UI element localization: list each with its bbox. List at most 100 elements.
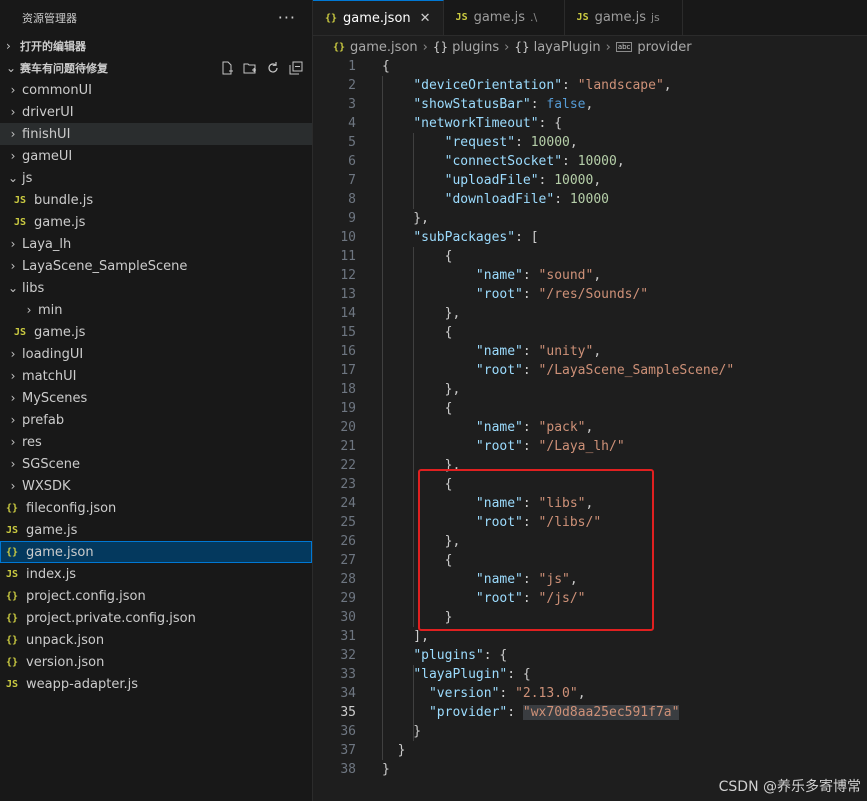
line-number: 1 bbox=[348, 59, 356, 74]
folder-item[interactable]: › prefab bbox=[0, 409, 312, 431]
folder-item[interactable]: › LayaScene_SampleScene bbox=[0, 255, 312, 277]
tree-item-label: js bbox=[22, 170, 33, 186]
code-token: , bbox=[593, 268, 602, 283]
code-line: 21 "root": "/Laya_lh/" bbox=[313, 437, 867, 456]
tree-item-label: gameUI bbox=[22, 148, 73, 164]
code-token: }, bbox=[382, 211, 429, 226]
code-text: "root": "/LayaScene_SampleScene/" bbox=[356, 361, 734, 380]
file-item[interactable]: JS weapp-adapter.js bbox=[0, 673, 312, 695]
file-item[interactable]: {} project.config.json bbox=[0, 585, 312, 607]
file-item[interactable]: JS index.js bbox=[0, 563, 312, 585]
tab-description: js bbox=[651, 11, 660, 24]
editor-tab[interactable]: JS game.js .\ bbox=[443, 0, 565, 35]
folder-item[interactable]: › commonUI bbox=[0, 79, 312, 101]
code-token: "connectSocket" bbox=[444, 154, 563, 169]
chevron-right-icon: › bbox=[10, 149, 16, 163]
line-number: 8 bbox=[348, 192, 356, 207]
code-token: "subPackages" bbox=[413, 230, 516, 245]
folder-item[interactable]: › min bbox=[0, 299, 312, 321]
code-text: { bbox=[356, 323, 453, 342]
code-token: : { bbox=[507, 667, 531, 682]
file-item[interactable]: JS game.js bbox=[0, 321, 312, 343]
folder-item[interactable]: › res bbox=[0, 431, 312, 453]
close-icon[interactable]: ✕ bbox=[420, 11, 431, 26]
code-text: "provider": "wx70d8aa25ec591f7a" bbox=[356, 703, 680, 722]
refresh-icon[interactable] bbox=[265, 60, 281, 76]
breadcrumb-item[interactable]: provider bbox=[637, 40, 691, 55]
tree-item-label: project.private.config.json bbox=[26, 610, 196, 626]
folder-item[interactable]: ⌄ libs bbox=[0, 277, 312, 299]
line-number: 5 bbox=[348, 135, 356, 150]
more-actions-icon[interactable]: ··· bbox=[278, 8, 296, 27]
code-token: : bbox=[522, 439, 539, 454]
code-token: "networkTimeout" bbox=[413, 116, 539, 131]
javascript-file-icon: JS bbox=[6, 568, 19, 580]
file-item[interactable]: JS game.js bbox=[0, 211, 312, 233]
code-token: 10000 bbox=[577, 154, 617, 169]
tree-item-label: WXSDK bbox=[22, 478, 71, 494]
file-item[interactable]: {} project.private.config.json bbox=[0, 607, 312, 629]
code-token: "name" bbox=[475, 344, 523, 359]
file-item[interactable]: {} version.json bbox=[0, 651, 312, 673]
code-token: : bbox=[522, 420, 539, 435]
line-number: 2 bbox=[348, 78, 356, 93]
folder-item[interactable]: › finishUI bbox=[0, 123, 312, 145]
breadcrumb-separator-icon: › bbox=[422, 39, 428, 55]
line-number: 15 bbox=[340, 325, 356, 340]
open-editors-section[interactable]: › 打开的编辑器 bbox=[0, 35, 312, 57]
new-folder-icon[interactable] bbox=[242, 60, 258, 76]
folder-item[interactable]: › gameUI bbox=[0, 145, 312, 167]
file-item[interactable]: JS bundle.js bbox=[0, 189, 312, 211]
chevron-right-icon: › bbox=[10, 83, 16, 97]
new-file-icon[interactable] bbox=[219, 60, 235, 76]
editor-tab[interactable]: {} game.json ✕ bbox=[313, 0, 444, 35]
folder-item[interactable]: › driverUI bbox=[0, 101, 312, 123]
code-editor[interactable]: 1{2 "deviceOrientation": "landscape", 3 "… bbox=[313, 57, 867, 779]
project-section[interactable]: ⌄ 赛车有问题待修复 bbox=[0, 57, 312, 79]
code-line: 1{ bbox=[313, 57, 867, 76]
file-item[interactable]: JS game.js bbox=[0, 519, 312, 541]
editor-tab[interactable]: JS game.js js bbox=[564, 0, 683, 35]
code-token: : bbox=[522, 344, 539, 359]
folder-item[interactable]: › loadingUI bbox=[0, 343, 312, 365]
javascript-file-icon: JS bbox=[576, 12, 589, 23]
object-icon: {} bbox=[432, 40, 449, 54]
code-text: }, bbox=[356, 380, 461, 399]
tree-item-label: Laya_lh bbox=[22, 236, 72, 252]
chevron-down-icon: ⌄ bbox=[7, 171, 19, 185]
tree-item-label: game.js bbox=[26, 522, 78, 538]
folder-item[interactable]: › matchUI bbox=[0, 365, 312, 387]
tree-item-label: commonUI bbox=[22, 82, 92, 98]
line-number: 26 bbox=[340, 534, 356, 549]
code-token: "root" bbox=[475, 287, 523, 302]
line-number: 30 bbox=[340, 610, 356, 625]
file-item[interactable]: {} fileconfig.json bbox=[0, 497, 312, 519]
file-item[interactable]: {} unpack.json bbox=[0, 629, 312, 651]
javascript-file-icon: JS bbox=[14, 194, 27, 206]
tree-item-label: game.json bbox=[26, 544, 94, 560]
tree-item-label: SGScene bbox=[22, 456, 80, 472]
file-tree: › commonUI › driverUI › finishUI › gameUI ⌄ js JS b… bbox=[0, 79, 312, 695]
file-item[interactable]: {} game.json bbox=[0, 541, 312, 563]
breadcrumb-item[interactable]: plugins bbox=[452, 40, 499, 55]
folder-item[interactable]: › WXSDK bbox=[0, 475, 312, 497]
folder-item[interactable]: › Laya_lh bbox=[0, 233, 312, 255]
chevron-right-icon: › bbox=[10, 391, 16, 405]
folder-item[interactable]: › SGScene bbox=[0, 453, 312, 475]
code-token: : bbox=[530, 97, 547, 112]
code-token: : { bbox=[538, 116, 563, 131]
code-token: "/LayaScene_SampleScene/" bbox=[538, 363, 735, 378]
breadcrumb-item[interactable]: game.json bbox=[350, 40, 418, 55]
code-line: 3 "showStatusBar": false, bbox=[313, 95, 867, 114]
code-token: "version" bbox=[428, 686, 500, 701]
folder-item[interactable]: ⌄ js bbox=[0, 167, 312, 189]
folder-item[interactable]: › MyScenes bbox=[0, 387, 312, 409]
code-token: , bbox=[616, 154, 625, 169]
collapse-all-icon[interactable] bbox=[288, 60, 304, 76]
breadcrumb-item[interactable]: layaPlugin bbox=[534, 40, 601, 55]
line-number: 17 bbox=[340, 363, 356, 378]
line-number: 4 bbox=[348, 116, 356, 131]
